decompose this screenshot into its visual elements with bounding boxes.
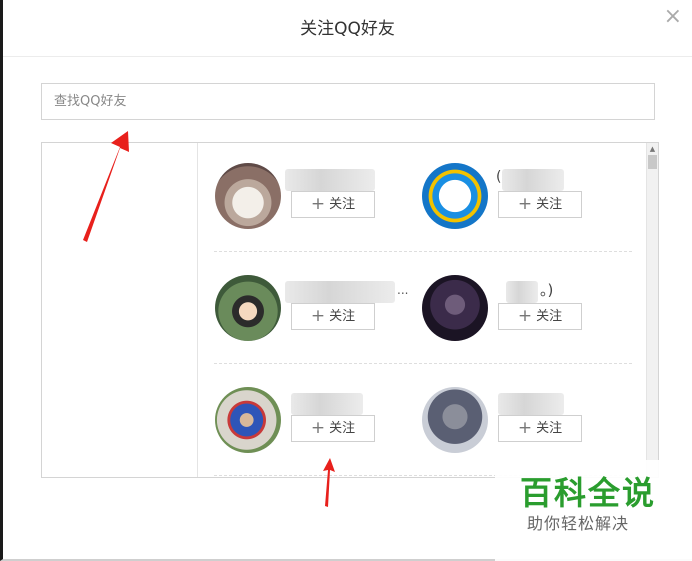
follow-qq-friends-dialog: 关注QQ好友 × +关注 ( +关注 [0,0,692,561]
close-icon[interactable]: × [664,6,682,28]
friend-name-fragment: 。) [540,281,554,299]
plus-icon: + [310,306,326,326]
avatar[interactable] [215,163,281,229]
plus-icon: + [310,418,326,438]
friend-item: 。) + 关注 [422,275,622,345]
friend-name-blurred [285,281,395,303]
title-divider [3,56,692,57]
follow-button[interactable]: + 关注 [291,415,375,442]
annotation-arrow-icon [323,458,335,507]
friend-item: + 关注 [215,387,415,457]
friend-list: + 关注 ( + 关注 ... + 关注 。) + 关注 + 关注 + 关注 [198,143,646,477]
friend-list-scrollbar[interactable]: ▲ [646,143,658,477]
watermark-subtitle: 助你轻松解决 [527,514,630,533]
follow-button[interactable]: + 关注 [291,303,375,330]
annotation-arrow-icon [83,131,129,242]
friend-name-blurred [502,169,564,191]
friend-item: + 关注 [215,163,415,233]
watermark-title: 百科全说 [520,474,657,512]
scroll-up-arrow-icon[interactable]: ▲ [647,143,658,155]
avatar[interactable] [422,163,488,229]
watermark: 百科全说 助你轻松解决 [495,460,692,561]
friend-name-blurred [506,281,538,303]
avatar[interactable] [422,275,488,341]
avatar[interactable] [215,387,281,453]
friend-item: ... + 关注 [215,275,415,345]
search-friend-input[interactable] [41,83,655,120]
row-divider [214,363,632,364]
follow-button[interactable]: + 关注 [498,191,582,218]
friend-name-fragment: ... [397,283,409,297]
plus-icon: + [517,194,533,214]
row-divider [214,251,632,252]
friend-name-blurred [498,393,564,415]
plus-icon: + [517,418,533,438]
friend-name-blurred [291,393,363,415]
avatar[interactable] [422,387,488,453]
scroll-thumb[interactable] [648,155,657,169]
friend-item: + 关注 [422,387,622,457]
friend-name-blurred [285,169,375,191]
follow-button[interactable]: + 关注 [291,191,375,218]
follow-button[interactable]: + 关注 [498,415,582,442]
plus-icon: + [517,306,533,326]
follow-button[interactable]: + 关注 [498,303,582,330]
plus-icon: + [310,194,326,214]
friend-item: ( + 关注 [422,163,622,233]
dialog-title: 关注QQ好友 [300,19,395,39]
friend-name-fragment: ( [496,169,502,185]
avatar[interactable] [215,275,281,341]
